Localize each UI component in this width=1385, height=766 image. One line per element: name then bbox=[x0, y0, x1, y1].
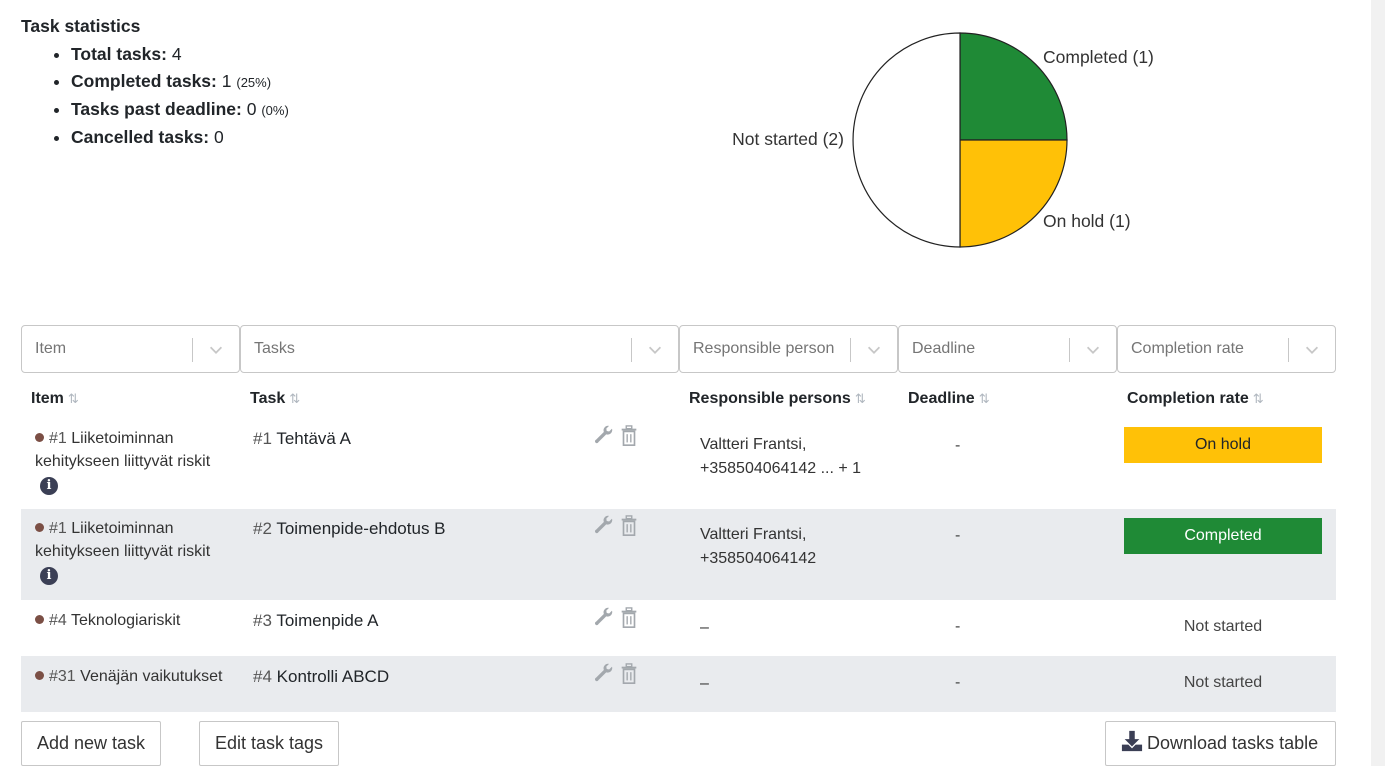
filter-separator bbox=[850, 338, 851, 362]
edit-task-tags-button[interactable]: Edit task tags bbox=[199, 721, 340, 766]
stat-cancelled: Cancelled tasks: 0 bbox=[71, 124, 289, 151]
chevron-down-icon[interactable] bbox=[1084, 341, 1102, 359]
deadline-cell: - bbox=[955, 527, 961, 544]
responsible-cell: – bbox=[700, 619, 709, 636]
task-cell[interactable]: #1 Tehtävä A bbox=[253, 429, 351, 449]
chevron-down-icon[interactable] bbox=[646, 341, 664, 359]
tasks-filter[interactable]: Tasks bbox=[240, 325, 679, 373]
column-header-responsible[interactable]: Responsible persons ⇅ bbox=[689, 390, 866, 408]
column-header-task[interactable]: Task ⇅ bbox=[250, 390, 300, 408]
deadline-filter[interactable]: Deadline bbox=[898, 325, 1117, 373]
pie-slice-3[interactable] bbox=[852, 32, 961, 248]
stat-total: Total tasks: 4 bbox=[71, 41, 289, 68]
table-row[interactable]: #4 Teknologiariskit #3 Toimenpide A – - … bbox=[21, 600, 1336, 656]
deadline-cell: - bbox=[955, 674, 961, 691]
task-cell[interactable]: #2 Toimenpide-ehdotus B bbox=[253, 519, 446, 539]
trash-icon[interactable] bbox=[619, 607, 639, 629]
wrench-icon[interactable] bbox=[593, 607, 615, 629]
row-actions bbox=[593, 515, 643, 537]
trash-icon[interactable] bbox=[619, 425, 639, 447]
completion-filter[interactable]: Completion rate bbox=[1117, 325, 1336, 373]
task-statistics: Task statistics Total tasks: 4 Completed… bbox=[21, 16, 289, 151]
filter-separator bbox=[1069, 338, 1070, 362]
filter-separator bbox=[192, 338, 193, 362]
column-header-completion[interactable]: Completion rate ⇅ bbox=[1127, 390, 1264, 408]
trash-icon[interactable] bbox=[619, 515, 639, 537]
chevron-down-icon[interactable] bbox=[865, 341, 883, 359]
task-name: Kontrolli ABCD bbox=[276, 667, 390, 686]
chevron-down-icon[interactable] bbox=[207, 341, 225, 359]
responsible-filter-placeholder: Responsible person bbox=[693, 340, 835, 357]
add-new-task-button[interactable]: Add new task bbox=[21, 721, 162, 766]
responsible-filter[interactable]: Responsible person bbox=[679, 325, 898, 373]
status-text: Not started bbox=[1183, 618, 1263, 635]
task-cell[interactable]: #3 Toimenpide A bbox=[253, 611, 378, 631]
chevron-down-icon[interactable] bbox=[1303, 341, 1321, 359]
item-cell: #31 Venäjän vaikutukset bbox=[35, 665, 245, 688]
task-status-pie-chart: Completed (1) On hold (1) Not started (2) bbox=[700, 20, 1200, 260]
tasks-table: Item ⇅ Task ⇅ Responsible persons ⇅ Deadlin… bbox=[21, 381, 1336, 712]
task-cell[interactable]: #4 Kontrolli ABCD bbox=[253, 667, 389, 687]
page-scrollbar[interactable] bbox=[1371, 0, 1385, 766]
table-row[interactable]: #31 Venäjän vaikutukset #4 Kontrolli ABC… bbox=[21, 656, 1336, 712]
responsible-cell: Valtteri Frantsi, +358504064142 ... + 1 bbox=[700, 436, 862, 477]
download-icon bbox=[1121, 730, 1143, 752]
row-actions bbox=[593, 607, 643, 629]
table-row[interactable]: #1 Liiketoiminnan kehitykseen liittyvät … bbox=[21, 421, 1336, 509]
item-cell: #4 Teknologiariskit bbox=[35, 609, 245, 632]
status-badge[interactable]: On hold bbox=[1124, 427, 1322, 463]
filter-separator bbox=[1288, 338, 1289, 362]
item-status-dot bbox=[35, 615, 44, 624]
sort-icon[interactable]: ⇅ bbox=[855, 391, 866, 406]
task-name: Toimenpide A bbox=[276, 611, 379, 630]
responsible-cell: Valtteri Frantsi, +358504064142 bbox=[700, 526, 817, 567]
item-status-dot bbox=[35, 671, 44, 680]
pie-svg: Completed (1) On hold (1) Not started (2) bbox=[732, 32, 1154, 248]
wrench-icon[interactable] bbox=[593, 425, 615, 447]
table-row[interactable]: #1 Liiketoiminnan kehitykseen liittyvät … bbox=[21, 509, 1336, 600]
task-name: Toimenpide-ehdotus B bbox=[276, 519, 446, 538]
statistics-title: Task statistics bbox=[21, 16, 141, 36]
column-header-item[interactable]: Item ⇅ bbox=[31, 390, 79, 408]
item-cell: #1 Liiketoiminnan kehitykseen liittyvät … bbox=[35, 520, 211, 585]
column-header-deadline[interactable]: Deadline ⇅ bbox=[908, 390, 990, 408]
sort-icon[interactable]: ⇅ bbox=[979, 391, 990, 406]
download-tasks-table-button[interactable]: Download tasks table bbox=[1105, 721, 1336, 766]
table-header: Item ⇅ Task ⇅ Responsible persons ⇅ Deadlin… bbox=[21, 381, 1336, 421]
pie-label-1: Completed (1) bbox=[1043, 47, 1154, 67]
item-name: Venäjän vaikutukset bbox=[80, 668, 223, 685]
sort-icon[interactable]: ⇅ bbox=[68, 391, 79, 406]
item-status-dot bbox=[35, 523, 44, 532]
deadline-filter-placeholder: Deadline bbox=[912, 340, 976, 357]
status-text: Not started bbox=[1183, 674, 1263, 691]
deadline-cell: - bbox=[955, 437, 961, 454]
sort-icon[interactable]: ⇅ bbox=[289, 391, 300, 406]
pie-label-2: On hold (1) bbox=[1043, 211, 1131, 231]
pie-label-3: Not started (2) bbox=[732, 129, 844, 149]
sort-icon[interactable]: ⇅ bbox=[1253, 391, 1264, 406]
deadline-cell: - bbox=[955, 618, 961, 635]
item-status-dot bbox=[35, 433, 44, 442]
row-actions bbox=[593, 663, 643, 685]
completion-filter-placeholder: Completion rate bbox=[1131, 340, 1244, 357]
stat-completed: Completed tasks: 1 (25%) bbox=[71, 68, 289, 96]
trash-icon[interactable] bbox=[619, 663, 639, 685]
stat-past-deadline: Tasks past deadline: 0 (0%) bbox=[71, 96, 289, 124]
info-icon[interactable]: i bbox=[40, 567, 58, 585]
wrench-icon[interactable] bbox=[593, 663, 615, 685]
filter-separator bbox=[631, 338, 632, 362]
task-name: Tehtävä A bbox=[276, 429, 352, 448]
status-badge[interactable]: Completed bbox=[1124, 518, 1322, 554]
item-name: Teknologiariskit bbox=[70, 612, 181, 629]
item-cell: #1 Liiketoiminnan kehitykseen liittyvät … bbox=[35, 430, 211, 495]
item-filter[interactable]: Item bbox=[21, 325, 240, 373]
wrench-icon[interactable] bbox=[593, 515, 615, 537]
statistics-list: Total tasks: 4 Completed tasks: 1 (25%) … bbox=[21, 41, 289, 151]
item-filter-placeholder: Item bbox=[35, 340, 67, 357]
responsible-cell: – bbox=[700, 675, 709, 692]
info-icon[interactable]: i bbox=[40, 477, 58, 495]
tasks-filter-placeholder: Tasks bbox=[254, 340, 295, 357]
row-actions bbox=[593, 425, 643, 447]
